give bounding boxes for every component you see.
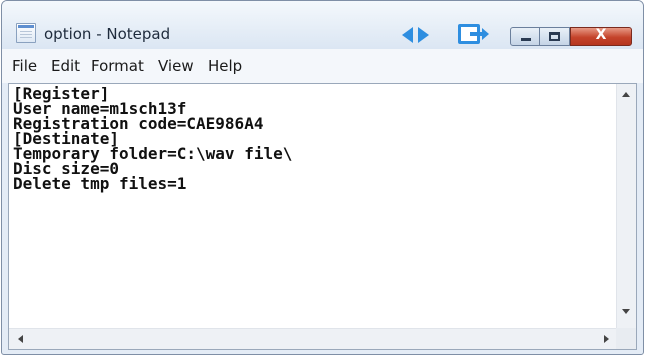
menu-edit[interactable]: Edit	[51, 57, 80, 75]
vertical-scrollbar[interactable]	[616, 84, 636, 328]
nav-arrows	[398, 25, 436, 45]
menu-bar: File Edit Format View Help	[2, 49, 643, 83]
minimize-icon	[521, 38, 531, 41]
scroll-up-icon[interactable]	[622, 92, 630, 97]
menu-help[interactable]: Help	[208, 57, 242, 75]
scrollbar-corner	[616, 328, 636, 349]
scroll-right-icon[interactable]	[604, 335, 609, 343]
maximize-icon	[549, 32, 560, 41]
editor-area: [Register] User name=m1sch13f Registrati…	[8, 83, 637, 350]
notepad-icon[interactable]	[16, 23, 36, 43]
maximize-button[interactable]	[540, 27, 570, 46]
menu-format[interactable]: Format	[91, 57, 144, 75]
minimize-button[interactable]	[510, 27, 540, 46]
switch-window-icon[interactable]	[458, 23, 490, 47]
document-text[interactable]: [Register] User name=m1sch13f Registrati…	[13, 86, 611, 324]
close-icon: X	[595, 27, 607, 43]
horizontal-scrollbar[interactable]	[9, 328, 616, 349]
notepad-window: option - Notepad X File Edit Format View…	[1, 0, 644, 355]
scroll-down-icon[interactable]	[622, 309, 630, 314]
forward-arrow-icon[interactable]	[418, 27, 429, 43]
window-title: option - Notepad	[44, 25, 171, 43]
title-bar[interactable]: option - Notepad X	[2, 1, 643, 49]
menu-file[interactable]: File	[12, 57, 37, 75]
scroll-left-icon[interactable]	[18, 335, 23, 343]
switch-window-arrow-head	[482, 28, 489, 40]
back-arrow-icon[interactable]	[402, 27, 413, 43]
close-button[interactable]: X	[570, 27, 632, 46]
menu-view[interactable]: View	[158, 57, 194, 75]
